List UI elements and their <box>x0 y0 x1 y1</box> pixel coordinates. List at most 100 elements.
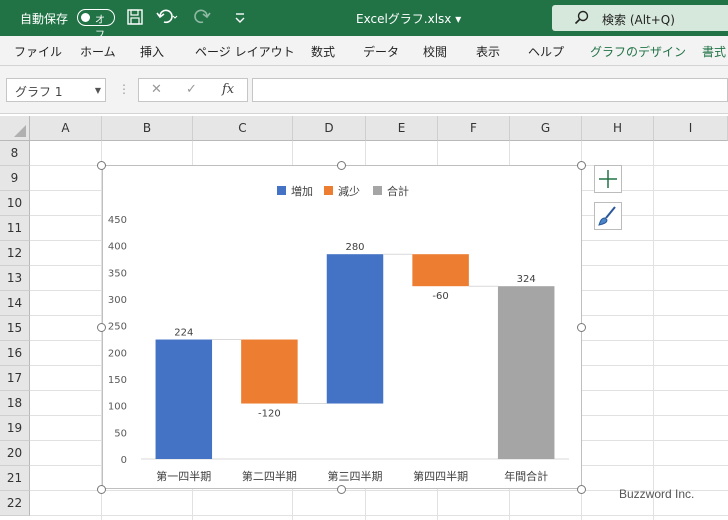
column-header-b[interactable]: B <box>102 116 193 141</box>
column-header-h[interactable]: H <box>582 116 654 141</box>
row-header-17[interactable]: 17 <box>0 366 30 391</box>
watermark: Buzzword Inc. <box>619 487 695 501</box>
title-bar: 自動保存 オフ Excelグラフ.xlsx ▾ 検索 (Alt+Q) <box>0 0 728 41</box>
enter-icon[interactable]: ✓ <box>186 82 197 97</box>
chart-legend[interactable]: 増加 減少 合計 <box>277 184 409 198</box>
search-label: 検索 (Alt+Q) <box>602 13 675 27</box>
name-box-value: グラフ 1 <box>15 85 63 99</box>
chart-plot: 増加 減少 合計 0 50 100 150 200 250 300 350 400 450 224 -1… <box>108 184 569 483</box>
data-label: 324 <box>517 274 536 285</box>
column-header-i[interactable]: I <box>654 116 728 141</box>
resize-handle-left[interactable] <box>97 323 106 332</box>
resize-handle-bottom-left[interactable] <box>97 485 106 494</box>
row-header-18[interactable]: 18 <box>0 391 30 416</box>
resize-handle-right[interactable] <box>577 323 586 332</box>
select-all-corner[interactable] <box>0 116 30 141</box>
search-icon <box>574 10 590 29</box>
chart-styles-button[interactable] <box>594 202 622 230</box>
bar-decrease[interactable] <box>412 254 469 287</box>
file-title[interactable]: Excelグラフ.xlsx ▾ <box>356 10 461 27</box>
customize-toolbar-icon[interactable] <box>234 8 246 29</box>
column-header-f[interactable]: F <box>438 116 510 141</box>
row-header-16[interactable]: 16 <box>0 341 30 366</box>
tab-insert[interactable]: 挿入 <box>140 43 164 60</box>
data-label: 224 <box>174 328 193 339</box>
ribbon-tabs: ファイル ホーム 挿入 ページ レイアウト 数式 データ 校閲 表示 ヘルプ グ… <box>0 36 728 66</box>
cancel-icon[interactable]: ✕ <box>151 82 162 97</box>
save-icon[interactable] <box>126 8 144 29</box>
row-header-21[interactable]: 21 <box>0 466 30 491</box>
tab-data[interactable]: データ <box>363 43 399 60</box>
row-header-15[interactable]: 15 <box>0 316 30 341</box>
legend-label-decrease: 減少 <box>338 184 360 198</box>
column-header-c[interactable]: C <box>193 116 293 141</box>
formula-bar: グラフ 1 ▼ ⋮ ✕ ✓ fx <box>0 66 728 114</box>
chart-bars: 224 -120 280 -60 324 <box>155 242 555 459</box>
resize-handle-top[interactable] <box>337 161 346 170</box>
grid-line <box>653 141 654 520</box>
y-tick-label: 250 <box>108 322 127 333</box>
row-header-22[interactable]: 22 <box>0 491 30 516</box>
x-tick-label: 第一四半期 <box>156 469 211 483</box>
x-tick-label: 第三四半期 <box>328 469 383 483</box>
tab-home[interactable]: ホーム <box>80 43 116 60</box>
tab-page-layout[interactable]: ページ レイアウト <box>195 43 295 60</box>
column-header-d[interactable]: D <box>293 116 366 141</box>
tab-formulas[interactable]: 数式 <box>311 43 335 60</box>
brush-icon <box>598 206 616 226</box>
tab-chart-design[interactable]: グラフのデザイン <box>590 43 686 60</box>
y-tick-label: 300 <box>108 295 127 306</box>
tab-help[interactable]: ヘルプ <box>528 43 564 60</box>
tab-review[interactable]: 校閲 <box>423 43 447 60</box>
tab-file[interactable]: ファイル <box>14 43 62 60</box>
select-all-icon <box>14 125 26 137</box>
y-tick-label: 400 <box>108 242 127 253</box>
row-header-10[interactable]: 10 <box>0 191 30 216</box>
data-label: 280 <box>345 242 364 253</box>
waterfall-chart[interactable]: 増加 減少 合計 0 50 100 150 200 250 300 350 400 450 224 -1… <box>102 165 582 489</box>
formula-buttons: ✕ ✓ fx <box>138 78 248 102</box>
row-header-13[interactable]: 13 <box>0 266 30 291</box>
search-box[interactable]: 検索 (Alt+Q) <box>552 5 728 31</box>
legend-swatch-total <box>373 186 382 195</box>
chart-elements-button[interactable] <box>594 165 622 193</box>
row-header-19[interactable]: 19 <box>0 416 30 441</box>
resize-handle-top-right[interactable] <box>577 161 586 170</box>
row-header-20[interactable]: 20 <box>0 441 30 466</box>
tab-format[interactable]: 書式 <box>702 43 726 60</box>
autosave-toggle[interactable]: オフ <box>77 9 115 41</box>
more-options-icon[interactable]: ⋮ <box>118 82 130 96</box>
resize-handle-top-left[interactable] <box>97 161 106 170</box>
grid-line <box>30 515 728 516</box>
plus-icon <box>599 170 617 188</box>
tab-view[interactable]: 表示 <box>476 43 500 60</box>
x-tick-label: 第四四半期 <box>413 469 468 483</box>
x-tick-label: 第二四半期 <box>242 469 297 483</box>
resize-handle-bottom[interactable] <box>337 485 346 494</box>
y-tick-label: 150 <box>108 375 127 386</box>
legend-swatch-decrease <box>324 186 333 195</box>
legend-label-increase: 増加 <box>291 185 313 198</box>
redo-icon[interactable] <box>193 8 215 29</box>
row-header-12[interactable]: 12 <box>0 241 30 266</box>
bar-total[interactable] <box>497 286 555 459</box>
column-header-g[interactable]: G <box>510 116 582 141</box>
toggle-knob <box>81 13 90 22</box>
column-header-a[interactable]: A <box>30 116 102 141</box>
formula-input[interactable] <box>252 78 728 102</box>
bar-increase[interactable] <box>326 254 384 404</box>
row-header-11[interactable]: 11 <box>0 216 30 241</box>
row-header-9[interactable]: 9 <box>0 166 30 191</box>
undo-icon[interactable] <box>156 8 178 29</box>
bar-increase[interactable] <box>155 339 213 459</box>
function-icon[interactable]: fx <box>222 82 234 97</box>
name-box[interactable]: グラフ 1 ▼ <box>6 78 106 102</box>
legend-label-total: 合計 <box>387 184 409 198</box>
column-header-e[interactable]: E <box>366 116 438 141</box>
row-header-14[interactable]: 14 <box>0 291 30 316</box>
resize-handle-bottom-right[interactable] <box>577 485 586 494</box>
chevron-down-icon[interactable]: ▼ <box>95 86 101 95</box>
row-header-8[interactable]: 8 <box>0 141 30 166</box>
bar-decrease[interactable] <box>241 339 298 404</box>
y-tick-label: 350 <box>108 268 127 279</box>
